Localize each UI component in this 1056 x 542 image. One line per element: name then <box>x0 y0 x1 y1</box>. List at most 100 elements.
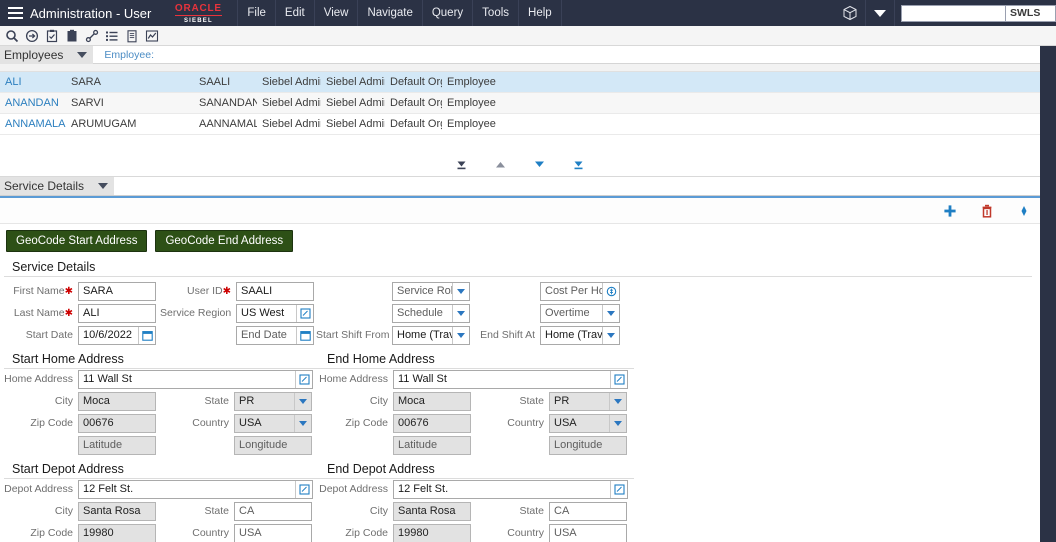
cell-last-name[interactable]: ALI <box>0 76 66 88</box>
end-home-latitude-field: Latitude <box>398 439 470 451</box>
first-record-icon[interactable] <box>455 157 469 171</box>
employee-link[interactable]: Employee: <box>104 49 154 61</box>
cell-employee-type: Employee <box>442 76 572 88</box>
record-navigation-bar <box>0 152 1040 177</box>
table-row[interactable]: ANANDAN SARVI SANANDAN Siebel Adminis...… <box>0 93 1040 114</box>
currency-icon[interactable] <box>602 283 619 300</box>
last-record-icon[interactable] <box>572 157 586 171</box>
label-last-name: Last Name <box>14 307 65 319</box>
label-city: City <box>370 395 388 407</box>
label-state: State <box>519 505 544 517</box>
picklist-icon[interactable] <box>610 481 627 498</box>
end-home-address-field[interactable]: 11 Wall St <box>398 373 610 385</box>
copy-record-icon[interactable] <box>63 27 81 45</box>
calendar-icon[interactable] <box>296 327 313 344</box>
menu-navigate[interactable]: Navigate <box>358 0 422 26</box>
search-input[interactable] <box>901 5 1006 22</box>
menu-view[interactable]: View <box>315 0 359 26</box>
end-home-zip-field: 00676 <box>398 417 470 429</box>
employees-applet-title: Employees <box>4 48 63 62</box>
menu-file[interactable]: File <box>237 0 276 26</box>
label-state: State <box>519 395 544 407</box>
service-role-field[interactable]: Service Role <box>397 285 452 297</box>
label-country: Country <box>507 527 544 539</box>
end-depot-state-field: CA <box>554 505 626 517</box>
new-record-icon[interactable] <box>43 27 61 45</box>
start-home-city-field: Moca <box>83 395 155 407</box>
end-shift-at-field[interactable]: Home (Travel In <box>545 329 602 341</box>
cell-last-name[interactable]: ANANDAN <box>0 97 66 109</box>
picklist-icon[interactable] <box>295 481 312 498</box>
end-depot-zip-field: 19980 <box>398 527 470 539</box>
chevron-down-icon[interactable] <box>865 0 895 26</box>
cell-employee-type: Employee <box>442 97 572 109</box>
chevron-down-icon[interactable] <box>609 393 626 410</box>
chevron-down-icon[interactable] <box>602 305 619 322</box>
hamburger-menu-icon[interactable] <box>0 0 30 26</box>
chevron-down-icon[interactable] <box>98 183 108 189</box>
last-name-field[interactable]: ALI <box>83 307 155 319</box>
top-right-controls: SWLS <box>835 0 1056 26</box>
geocode-start-address-button[interactable]: GeoCode Start Address <box>6 230 147 252</box>
cube-icon[interactable] <box>835 5 865 21</box>
cost-per-hour-field[interactable]: Cost Per Hour <box>545 285 602 297</box>
icon-toolbar <box>0 26 1056 46</box>
more-actions-icon[interactable] <box>1016 203 1032 219</box>
previous-record-icon[interactable] <box>494 157 508 171</box>
chevron-down-icon[interactable] <box>294 393 311 410</box>
chevron-down-icon[interactable] <box>602 327 619 344</box>
siebel-brand-text: SIEBEL <box>184 18 213 24</box>
required-marker: ✱ <box>65 308 73 319</box>
start-depot-state-field: CA <box>239 505 311 517</box>
execute-query-icon[interactable] <box>23 27 41 45</box>
schedule-field[interactable]: Schedule <box>397 307 452 319</box>
start-depot-address-field[interactable]: 12 Felt St. <box>83 483 295 495</box>
chevron-down-icon[interactable] <box>77 52 87 58</box>
service-region-field[interactable]: US West <box>241 307 296 319</box>
label-end-shift-at: End Shift At <box>480 329 535 341</box>
cell-user-id: AANNAMAL <box>194 118 257 130</box>
start-date-field[interactable]: 10/6/2022 <box>83 329 138 341</box>
employees-applet-tab[interactable]: Employees <box>0 46 93 64</box>
chevron-down-icon[interactable] <box>294 415 311 432</box>
first-name-field[interactable]: SARA <box>83 285 155 297</box>
end-depot-address-field[interactable]: 12 Felt St. <box>398 483 610 495</box>
start-depot-country-field: USA <box>239 527 311 539</box>
user-code-badge: SWLS <box>1006 5 1056 22</box>
next-record-icon[interactable] <box>533 157 547 171</box>
user-id-field[interactable]: SAALI <box>241 285 313 297</box>
start-home-address-field[interactable]: 11 Wall St <box>83 373 295 385</box>
start-home-address-form: Home Address 11 Wall St City Moca State … <box>0 368 313 456</box>
employees-applet-header: Employees Employee: <box>0 46 1056 64</box>
table-row[interactable]: ALI SARA SAALI Siebel Adminis... Siebel … <box>0 72 1040 93</box>
end-home-state-field: PR <box>554 395 609 407</box>
search-icon[interactable] <box>3 27 21 45</box>
service-details-applet-tab[interactable]: Service Details <box>0 177 114 195</box>
calendar-icon[interactable] <box>138 327 155 344</box>
end-date-field[interactable]: End Date <box>241 329 296 341</box>
table-row[interactable]: ANNAMALAI ARUMUGAM AANNAMAL Siebel Admin… <box>0 114 1040 135</box>
chevron-down-icon[interactable] <box>609 415 626 432</box>
picklist-icon[interactable] <box>610 371 627 388</box>
menu-query[interactable]: Query <box>423 0 473 26</box>
chart-view-icon[interactable] <box>143 27 161 45</box>
employees-grid: ALI SARA SAALI Siebel Adminis... Siebel … <box>0 64 1056 177</box>
cell-division: Siebel Adminis... <box>321 118 385 130</box>
menu-help[interactable]: Help <box>519 0 562 26</box>
delete-record-icon[interactable] <box>979 203 995 219</box>
list-view-icon[interactable] <box>103 27 121 45</box>
link-icon[interactable] <box>83 27 101 45</box>
new-record-icon[interactable] <box>942 203 958 219</box>
section-title-service-details: Service Details <box>4 258 1032 277</box>
start-shift-from-field[interactable]: Home (Travel In <box>397 329 452 341</box>
cell-last-name[interactable]: ANNAMALAI <box>0 118 66 130</box>
overtime-field[interactable]: Overtime <box>545 307 602 319</box>
required-marker: ✱ <box>223 286 231 297</box>
menu-edit[interactable]: Edit <box>276 0 315 26</box>
label-state: State <box>204 505 229 517</box>
detail-view-icon[interactable] <box>123 27 141 45</box>
picklist-icon[interactable] <box>295 371 312 388</box>
geocode-end-address-button[interactable]: GeoCode End Address <box>155 230 293 252</box>
menu-tools[interactable]: Tools <box>473 0 519 26</box>
picklist-icon[interactable] <box>296 305 313 322</box>
